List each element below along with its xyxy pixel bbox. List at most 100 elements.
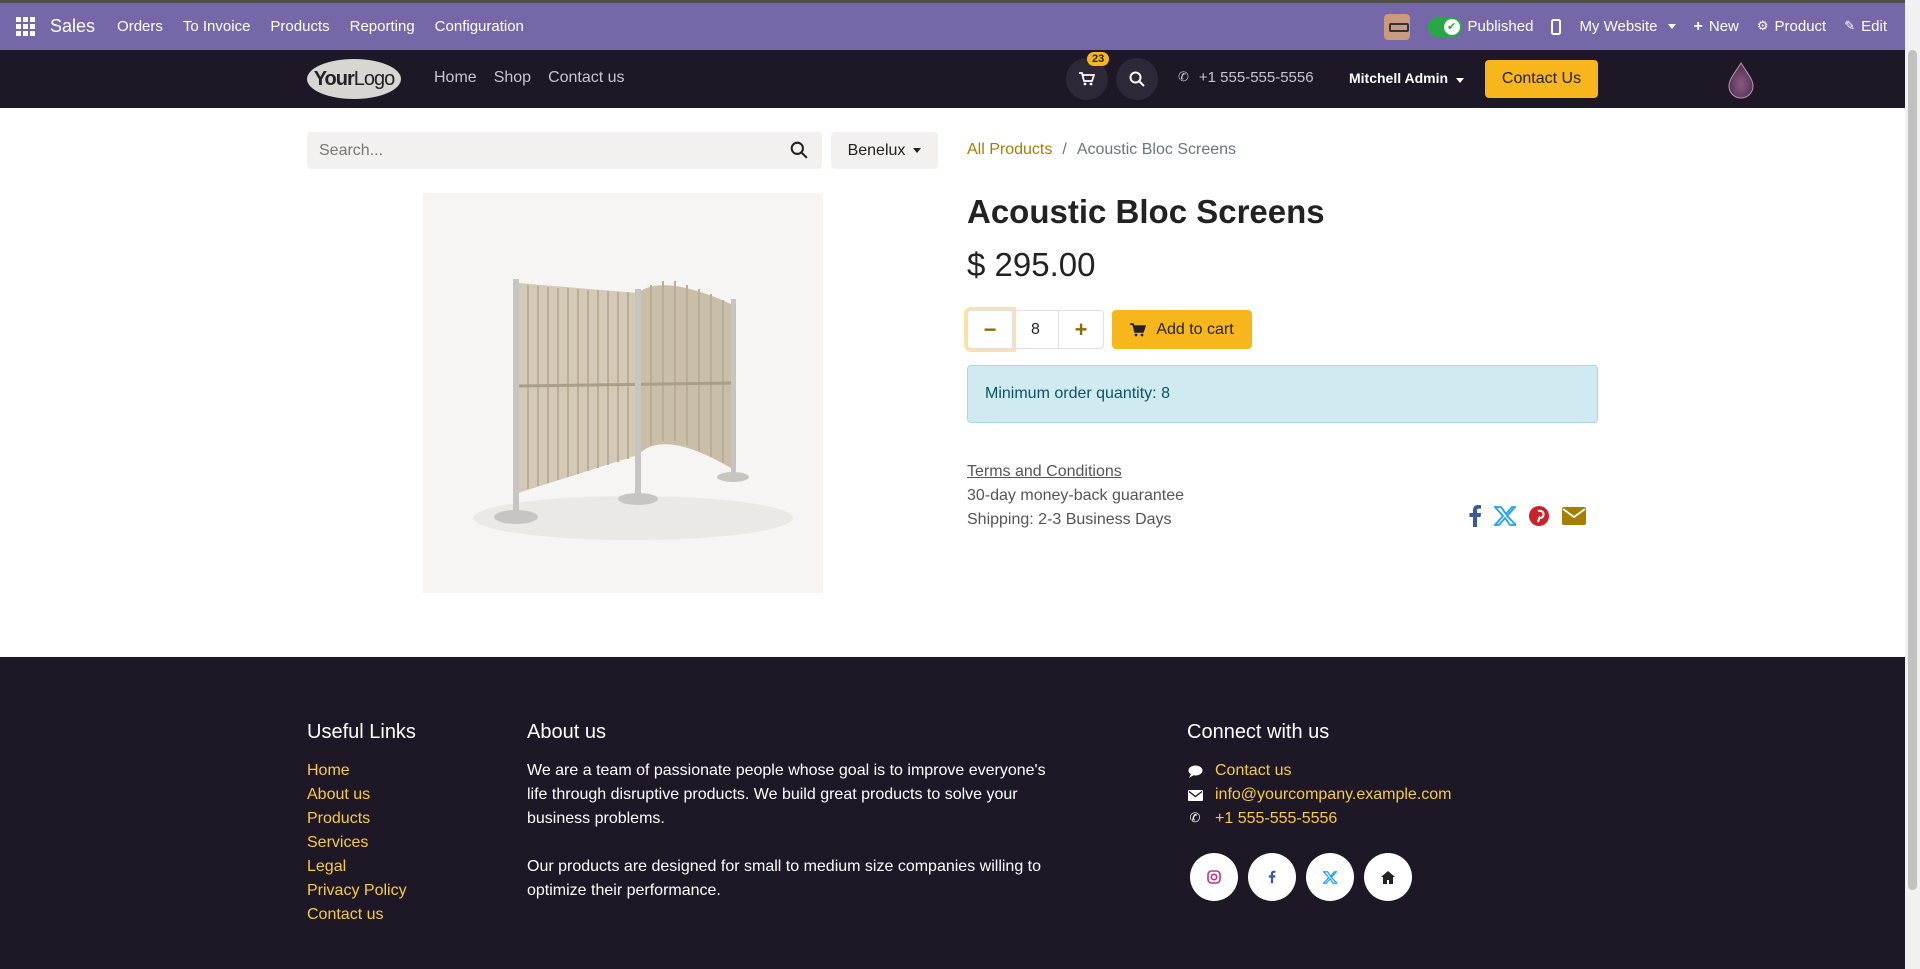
- nav-shop[interactable]: Shop: [494, 69, 531, 87]
- phone-icon: ✆: [1189, 811, 1201, 826]
- plus-icon: +: [1693, 17, 1703, 35]
- caret-down-icon: [913, 148, 922, 153]
- connect-title: Connect with us: [1187, 721, 1330, 743]
- header-phone[interactable]: ✆ +1 555-555-5556: [1178, 69, 1314, 86]
- edit-label: Edit: [1861, 18, 1887, 35]
- pricelist-dropdown[interactable]: Benelux: [831, 132, 938, 169]
- mobile-icon: [1551, 18, 1562, 35]
- acoustic-screen-illustration: [473, 279, 793, 540]
- main-nav: Home Shop Contact us: [434, 69, 625, 87]
- add-to-cart-label: Add to cart: [1156, 320, 1234, 338]
- footer-contact-link[interactable]: Contact us: [1215, 759, 1291, 783]
- page-scrollbar[interactable]: [1905, 0, 1920, 969]
- pricelist-value: Benelux: [847, 141, 906, 159]
- pinterest-icon[interactable]: [1528, 505, 1550, 527]
- footer-link-about[interactable]: About us: [307, 783, 416, 807]
- share-buttons: [1468, 505, 1586, 527]
- shipping-text: Shipping: 2-3 Business Days: [967, 511, 1172, 528]
- toggle-switch-icon[interactable]: [1427, 16, 1462, 37]
- nav-home[interactable]: Home: [434, 69, 477, 87]
- footer-email-row: info@yourcompany.example.com: [1187, 783, 1452, 807]
- cart-button[interactable]: 23: [1066, 52, 1110, 100]
- app-name[interactable]: Sales: [50, 16, 95, 37]
- x-icon[interactable]: [1306, 853, 1354, 901]
- theme-drop-icon[interactable]: [1723, 59, 1759, 99]
- published-label: Published: [1467, 18, 1534, 35]
- footer-link-services[interactable]: Services: [307, 831, 416, 855]
- menu-to-invoice[interactable]: To Invoice: [183, 18, 251, 35]
- product-label: Product: [1774, 18, 1827, 35]
- footer-phone-link[interactable]: +1 555-555-5556: [1215, 807, 1337, 831]
- social-links: [1190, 853, 1412, 901]
- guarantee-text: 30-day money-back guarantee: [967, 487, 1185, 504]
- product-image: [423, 193, 823, 593]
- footer-link-legal[interactable]: Legal: [307, 855, 416, 879]
- search-button[interactable]: [1116, 58, 1158, 100]
- menu-configuration[interactable]: Configuration: [435, 18, 524, 35]
- new-label: New: [1708, 18, 1739, 35]
- product-terms: Terms and Conditions 30-day money-back g…: [967, 460, 1184, 532]
- user-name: Mitchell Admin: [1349, 70, 1449, 86]
- footer-email-link[interactable]: info@yourcompany.example.com: [1215, 783, 1452, 807]
- user-avatar[interactable]: [1383, 13, 1410, 40]
- breadcrumb-all-products[interactable]: All Products: [967, 141, 1052, 159]
- search-icon[interactable]: [790, 141, 808, 159]
- site-footer: Useful Links Home About us Products Serv…: [0, 657, 1905, 969]
- footer-link-products[interactable]: Products: [307, 807, 416, 831]
- caret-down-icon: [1456, 78, 1465, 83]
- about-paragraph-2: Our products are designed for small to m…: [527, 858, 1042, 899]
- menu-reporting[interactable]: Reporting: [350, 18, 415, 35]
- logo-text-light: Logo: [353, 67, 395, 90]
- website-label: My Website: [1579, 18, 1658, 35]
- cart-count-badge: 23: [1087, 52, 1110, 66]
- x-icon[interactable]: [1494, 506, 1516, 526]
- menu-orders[interactable]: Orders: [117, 18, 163, 35]
- terms-link[interactable]: Terms and Conditions: [967, 460, 1184, 484]
- facebook-icon[interactable]: [1248, 853, 1296, 901]
- breadcrumb-separator: /: [1062, 141, 1067, 158]
- plus-icon: +: [1074, 316, 1088, 342]
- quantity-stepper: − 8 +: [967, 310, 1104, 349]
- apps-grid-icon[interactable]: [16, 16, 36, 37]
- breadcrumb-current: Acoustic Bloc Screens: [1076, 141, 1237, 158]
- nav-contact-us[interactable]: Contact us: [548, 69, 624, 87]
- footer-useful-links: Useful Links Home About us Products Serv…: [307, 721, 416, 927]
- footer-link-contact[interactable]: Contact us: [307, 903, 416, 927]
- search-icon: [1129, 71, 1145, 87]
- quantity-decrease-button[interactable]: −: [967, 310, 1013, 349]
- scrollbar-thumb[interactable]: [1908, 50, 1917, 890]
- facebook-icon[interactable]: [1468, 505, 1482, 527]
- website-switcher[interactable]: My Website: [1579, 18, 1676, 35]
- user-menu[interactable]: Mitchell Admin: [1349, 70, 1465, 86]
- admin-navbar: Sales Orders To Invoice Products Reporti…: [0, 0, 1905, 50]
- comment-icon: [1187, 765, 1203, 778]
- email-icon[interactable]: [1562, 507, 1586, 525]
- mobile-preview-button[interactable]: [1551, 18, 1562, 35]
- published-toggle[interactable]: Published: [1427, 16, 1534, 37]
- logo-text-bold: Your: [313, 67, 355, 90]
- footer-about: About us We are a team of passionate peo…: [527, 721, 1067, 903]
- footer-link-privacy[interactable]: Privacy Policy: [307, 879, 416, 903]
- new-button[interactable]: + New: [1694, 18, 1739, 36]
- home-icon[interactable]: [1364, 853, 1412, 901]
- menu-products[interactable]: Products: [270, 18, 329, 35]
- edit-button[interactable]: ✎ Edit: [1844, 18, 1887, 35]
- useful-links-title: Useful Links: [307, 721, 416, 743]
- footer-link-home[interactable]: Home: [307, 759, 416, 783]
- quantity-input[interactable]: 8: [1013, 310, 1058, 349]
- contact-us-button[interactable]: Contact Us: [1485, 60, 1598, 98]
- footer-contact-row: Contact us: [1187, 759, 1452, 783]
- about-paragraph-1: We are a team of passionate people whose…: [527, 762, 1046, 827]
- product-button[interactable]: ⚙ Product: [1757, 18, 1826, 35]
- product-search-input[interactable]: Search...: [307, 132, 822, 169]
- header-phone-number: +1 555-555-5556: [1198, 69, 1314, 86]
- cart-icon: [1130, 322, 1147, 336]
- caret-down-icon: [1667, 24, 1676, 29]
- search-placeholder: Search...: [319, 141, 384, 159]
- site-logo[interactable]: Your Logo: [307, 59, 401, 99]
- site-header: Your Logo Home Shop Contact us 23 ✆ +1 55…: [0, 50, 1905, 108]
- instagram-icon[interactable]: [1190, 853, 1238, 901]
- quantity-increase-button[interactable]: +: [1058, 310, 1104, 349]
- product-price: $ 295.00: [967, 246, 1096, 283]
- add-to-cart-button[interactable]: Add to cart: [1112, 310, 1252, 349]
